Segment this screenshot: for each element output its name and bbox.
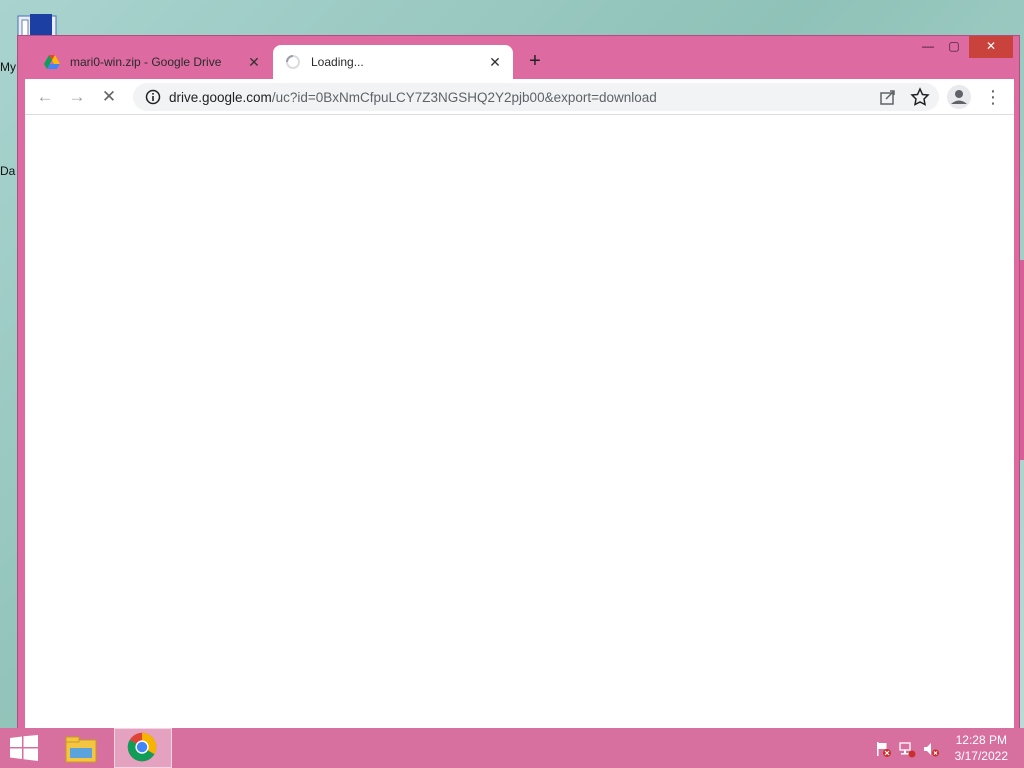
system-clock[interactable]: 12:28 PM 3/17/2022 — [955, 732, 1008, 764]
back-button[interactable]: ← — [33, 85, 57, 109]
stop-loading-button[interactable]: ✕ — [97, 85, 121, 109]
taskbar-chrome[interactable] — [114, 728, 172, 768]
google-drive-icon — [44, 55, 60, 69]
loading-spinner-icon — [286, 55, 300, 69]
browser-menu-button[interactable]: ⋮ — [981, 85, 1005, 109]
maximize-button[interactable]: ▢ — [941, 36, 967, 58]
tab-title: Loading... — [311, 55, 364, 69]
file-explorer-icon — [65, 736, 97, 763]
url-text[interactable]: drive.google.com/uc?id=0BxNmCfpuLCY7Z3NG… — [169, 90, 939, 105]
tab-google-drive[interactable]: mari0-win.zip - Google Drive ✕ — [32, 45, 272, 79]
volume-muted-icon[interactable] — [922, 740, 940, 758]
url-host: drive.google.com — [169, 89, 272, 105]
browser-toolbar: ← → ✕ drive.google.com/uc?id=0BxNmCfpuLC… — [25, 79, 1014, 115]
url-path: /uc?id=0BxNmCfpuLCY7Z3NGSHQ2Y2pjb00&expo… — [271, 89, 657, 105]
profile-avatar-icon[interactable] — [947, 85, 971, 109]
address-bar[interactable]: drive.google.com/uc?id=0BxNmCfpuLCY7Z3NG… — [133, 83, 939, 111]
new-tab-button[interactable]: + — [523, 51, 547, 73]
tab-close-button[interactable]: ✕ — [487, 54, 503, 70]
desktop-label-my: My — [0, 60, 16, 74]
tab-strip: mari0-win.zip - Google Drive ✕ Loading..… — [18, 36, 1019, 79]
taskbar-file-explorer[interactable] — [52, 728, 110, 768]
site-info-icon[interactable] — [145, 89, 161, 105]
chrome-icon — [127, 732, 157, 762]
close-window-button[interactable]: ✕ — [969, 36, 1013, 58]
browser-window: mari0-win.zip - Google Drive ✕ Loading..… — [17, 35, 1020, 732]
clock-date: 3/17/2022 — [954, 749, 1008, 763]
page-content — [25, 115, 1014, 729]
tab-close-button[interactable]: ✕ — [246, 54, 262, 70]
desktop-label-da: Da — [0, 164, 16, 178]
minimize-button[interactable]: — — [915, 36, 941, 58]
bookmark-star-icon[interactable] — [909, 87, 931, 107]
omnibox-actions — [877, 87, 931, 107]
action-center-flag-icon[interactable] — [874, 740, 892, 758]
share-icon[interactable] — [877, 87, 899, 107]
clock-time: 12:28 PM — [955, 733, 1007, 747]
network-icon[interactable] — [898, 740, 916, 758]
taskbar: 12:28 PM 3/17/2022 — [0, 728, 1024, 768]
tab-loading[interactable]: Loading... ✕ — [273, 45, 513, 79]
tab-title: mari0-win.zip - Google Drive — [70, 55, 222, 69]
windows-start-icon[interactable] — [10, 735, 38, 761]
forward-button[interactable]: → — [65, 85, 89, 109]
